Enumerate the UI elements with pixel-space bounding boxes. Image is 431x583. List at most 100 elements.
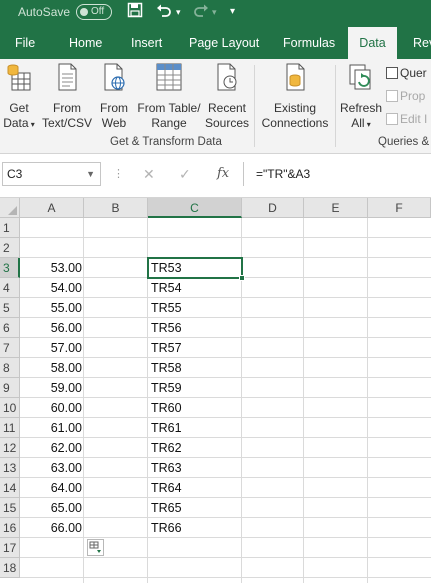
- cell-a12[interactable]: 62.00: [20, 438, 84, 458]
- cell-c12[interactable]: TR62: [148, 438, 242, 458]
- cell-c13[interactable]: TR63: [148, 458, 242, 478]
- cell-a7[interactable]: 57.00: [20, 338, 84, 358]
- gridline-column: [367, 218, 368, 583]
- row-header-5[interactable]: 5: [0, 298, 20, 318]
- row-header-3[interactable]: 3: [0, 258, 20, 278]
- row-header-2[interactable]: 2: [0, 238, 20, 258]
- from-web-button[interactable]: From Web: [97, 61, 131, 131]
- save-icon[interactable]: [127, 2, 143, 22]
- gridline-row: [20, 557, 431, 558]
- refresh-all-label-2: All: [351, 116, 365, 130]
- cell-a4[interactable]: 54.00: [20, 278, 84, 298]
- cell-c15[interactable]: TR65: [148, 498, 242, 518]
- row-header-4[interactable]: 4: [0, 278, 20, 298]
- cancel-icon[interactable]: ✕: [143, 166, 155, 183]
- cell-a15[interactable]: 65.00: [20, 498, 84, 518]
- row-header-17[interactable]: 17: [0, 538, 20, 558]
- cell-c11[interactable]: TR61: [148, 418, 242, 438]
- quick-analysis-icon[interactable]: [87, 539, 104, 556]
- undo-dropdown-icon[interactable]: ▾: [176, 2, 181, 22]
- row-header-8[interactable]: 8: [0, 358, 20, 378]
- column-header-f[interactable]: F: [368, 198, 431, 218]
- cell-c4[interactable]: TR54: [148, 278, 242, 298]
- fill-handle[interactable]: [239, 275, 245, 281]
- cell-a9[interactable]: 59.00: [20, 378, 84, 398]
- tab-formulas[interactable]: Formulas: [283, 27, 335, 59]
- cell-a10[interactable]: 60.00: [20, 398, 84, 418]
- row-header-11[interactable]: 11: [0, 418, 20, 438]
- worksheet-grid[interactable]: A B C D E F 1 2 3 4 5 6 7 8 9 10 11 12 13 14 15 16 17 18 …: [0, 198, 431, 583]
- tab-data[interactable]: Data: [348, 27, 397, 59]
- connections-icon: [259, 61, 331, 97]
- cell-a6[interactable]: 56.00: [20, 318, 84, 338]
- cell-a13[interactable]: 63.00: [20, 458, 84, 478]
- cell-c14[interactable]: TR64: [148, 478, 242, 498]
- cell-a11[interactable]: 61.00: [20, 418, 84, 438]
- tab-review[interactable]: Rev: [413, 27, 431, 59]
- enter-icon[interactable]: ✓: [179, 166, 191, 183]
- tab-page-layout[interactable]: Page Layout: [189, 27, 259, 59]
- tab-home[interactable]: Home: [69, 27, 102, 59]
- row-header-14[interactable]: 14: [0, 478, 20, 498]
- refresh-all-button[interactable]: Refresh All ▾: [340, 61, 382, 132]
- column-header-c[interactable]: C: [148, 198, 242, 218]
- tab-file[interactable]: File: [15, 27, 35, 59]
- recent-sources-icon: [204, 61, 250, 97]
- formula-input[interactable]: ="TR"&A3: [243, 162, 431, 186]
- from-text-label-1: From: [53, 101, 81, 115]
- column-header-a[interactable]: A: [20, 198, 84, 218]
- edit-links-button[interactable]: Edit I: [386, 112, 427, 126]
- customize-qat-icon[interactable]: ▾: [230, 2, 235, 22]
- name-box[interactable]: C3 ▼: [2, 162, 101, 186]
- from-text-csv-button[interactable]: From Text/CSV: [41, 61, 93, 131]
- tab-insert[interactable]: Insert: [131, 27, 162, 59]
- redo-icon[interactable]: [193, 2, 209, 22]
- row-header-10[interactable]: 10: [0, 398, 20, 418]
- row-header-9[interactable]: 9: [0, 378, 20, 398]
- from-text-label-2: Text/CSV: [41, 116, 92, 130]
- name-box-dropdown-icon[interactable]: ▼: [86, 163, 95, 185]
- get-data-button[interactable]: Get Data ▾: [2, 61, 36, 132]
- row-header-1[interactable]: 1: [0, 218, 20, 238]
- insert-function-icon[interactable]: fx: [217, 166, 229, 181]
- cell-a14[interactable]: 64.00: [20, 478, 84, 498]
- column-header-d[interactable]: D: [242, 198, 304, 218]
- properties-label: Prop: [400, 89, 426, 103]
- from-table-range-button[interactable]: From Table/ Range: [136, 61, 202, 131]
- cell-c6[interactable]: TR56: [148, 318, 242, 338]
- autosave-state: Off: [91, 6, 105, 17]
- cell-c9[interactable]: TR59: [148, 378, 242, 398]
- autosave-toggle[interactable]: Off: [76, 4, 112, 20]
- properties-button[interactable]: Prop: [386, 89, 425, 103]
- cell-c8[interactable]: TR58: [148, 358, 242, 378]
- row-header-6[interactable]: 6: [0, 318, 20, 338]
- column-header-b[interactable]: B: [84, 198, 148, 218]
- row-header-12[interactable]: 12: [0, 438, 20, 458]
- cell-c7[interactable]: TR57: [148, 338, 242, 358]
- cell-c16[interactable]: TR66: [148, 518, 242, 538]
- cell-a16[interactable]: 66.00: [20, 518, 84, 538]
- toggle-knob: [80, 8, 88, 16]
- group-label-get-transform: Get & Transform Data: [110, 136, 222, 148]
- cell-a5[interactable]: 55.00: [20, 298, 84, 318]
- active-cell-c3[interactable]: [147, 257, 243, 279]
- row-header-18[interactable]: 18: [0, 558, 20, 578]
- queries-connections-button[interactable]: Quer: [386, 66, 427, 80]
- row-header-7[interactable]: 7: [0, 338, 20, 358]
- undo-icon[interactable]: [156, 2, 172, 22]
- column-header-e[interactable]: E: [304, 198, 368, 218]
- redo-dropdown-icon[interactable]: ▾: [212, 2, 217, 22]
- row-header-13[interactable]: 13: [0, 458, 20, 478]
- cell-c5[interactable]: TR55: [148, 298, 242, 318]
- row-header-15[interactable]: 15: [0, 498, 20, 518]
- select-all-corner[interactable]: [0, 198, 20, 218]
- row-header-16[interactable]: 16: [0, 518, 20, 538]
- ribbon-separator: [335, 65, 336, 147]
- existing-connections-button[interactable]: Existing Connections: [259, 61, 331, 131]
- cell-c10[interactable]: TR60: [148, 398, 242, 418]
- cell-a8[interactable]: 58.00: [20, 358, 84, 378]
- recent-sources-button[interactable]: Recent Sources: [204, 61, 250, 131]
- text-file-icon: [41, 61, 93, 97]
- from-web-label-2: Web: [101, 116, 127, 130]
- cell-a3[interactable]: 53.00: [20, 258, 84, 278]
